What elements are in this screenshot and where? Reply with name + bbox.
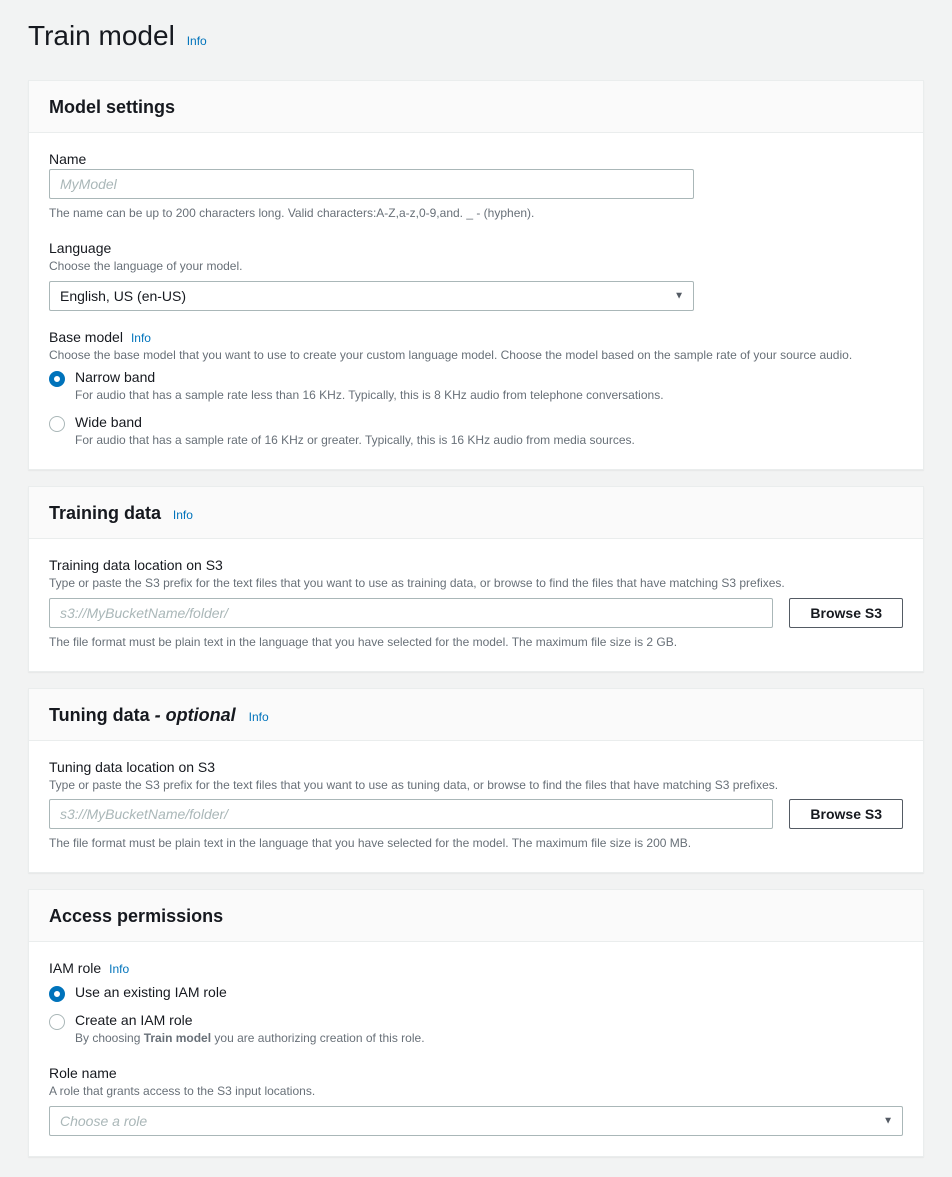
radio-content: Create an IAM role By choosing Train mod… [75, 1012, 903, 1047]
name-hint: The name can be up to 200 characters lon… [49, 205, 903, 222]
tuning-location-label: Tuning data location on S3 [49, 759, 903, 775]
iam-role-label: IAM role [49, 960, 101, 976]
iam-role-info-link[interactable]: Info [109, 962, 129, 976]
panel-body: IAM role Info Use an existing IAM role C… [29, 942, 923, 1156]
model-settings-panel: Model settings Name The name can be up t… [28, 80, 924, 470]
tuning-location-hint: The file format must be plain text in th… [49, 835, 903, 852]
tuning-input-row: Browse S3 [49, 799, 903, 829]
radio-content: Use an existing IAM role [75, 984, 903, 1000]
training-location-input[interactable] [49, 598, 773, 628]
radio-desc: For audio that has a sample rate of 16 K… [75, 432, 903, 449]
name-input[interactable] [49, 169, 694, 199]
training-location-desc: Type or paste the S3 prefix for the text… [49, 575, 903, 592]
panel-header: Model settings [29, 81, 923, 133]
page-title: Train model [28, 20, 175, 51]
base-model-info-link[interactable]: Info [131, 331, 151, 345]
radio-content: Wide band For audio that has a sample ra… [75, 414, 903, 449]
panel-header: Tuning data - optional Info [29, 689, 923, 741]
role-name-field: Role name A role that grants access to t… [49, 1065, 903, 1136]
radio-narrow-band[interactable]: Narrow band For audio that has a sample … [49, 369, 903, 404]
radio-label: Wide band [75, 414, 903, 430]
training-location-label: Training data location on S3 [49, 557, 903, 573]
panel-header: Access permissions [29, 890, 923, 942]
name-label: Name [49, 151, 903, 167]
access-permissions-panel: Access permissions IAM role Info Use an … [28, 889, 924, 1157]
language-desc: Choose the language of your model. [49, 258, 903, 275]
training-data-info-link[interactable]: Info [173, 508, 193, 522]
base-model-label-row: Base model Info [49, 329, 903, 347]
page-header: Train model Info [0, 0, 952, 64]
panel-body: Name The name can be up to 200 character… [29, 133, 923, 469]
panel-header: Training data Info [29, 487, 923, 539]
panel-body: Tuning data location on S3 Type or paste… [29, 741, 923, 873]
iam-role-radio-group: Use an existing IAM role Create an IAM r… [49, 984, 903, 1047]
tuning-data-info-link[interactable]: Info [249, 710, 269, 724]
radio-wide-band[interactable]: Wide band For audio that has a sample ra… [49, 414, 903, 449]
role-name-select-wrap: Choose a role ▼ [49, 1106, 903, 1136]
tuning-browse-button[interactable]: Browse S3 [789, 799, 903, 829]
role-name-select[interactable]: Choose a role [49, 1106, 903, 1136]
radio-button[interactable] [49, 986, 65, 1002]
radio-label: Create an IAM role [75, 1012, 903, 1028]
base-model-desc: Choose the base model that you want to u… [49, 347, 903, 364]
language-select[interactable]: English, US (en-US) [49, 281, 694, 311]
tuning-data-title: Tuning data - optional [49, 705, 241, 725]
panel-body: Training data location on S3 Type or pas… [29, 539, 923, 671]
base-model-field: Base model Info Choose the base model th… [49, 329, 903, 449]
training-input-row: Browse S3 [49, 598, 903, 628]
radio-label: Narrow band [75, 369, 903, 385]
radio-label: Use an existing IAM role [75, 984, 903, 1000]
tuning-optional: - optional [150, 705, 236, 725]
base-model-label: Base model [49, 329, 123, 345]
language-select-wrap: English, US (en-US) ▼ [49, 281, 694, 311]
training-data-title: Training data [49, 503, 161, 523]
language-field: Language Choose the language of your mod… [49, 240, 903, 311]
tuning-location-input[interactable] [49, 799, 773, 829]
iam-role-label-row: IAM role Info [49, 960, 903, 978]
radio-button[interactable] [49, 416, 65, 432]
tuning-data-title-text: Tuning data [49, 705, 150, 725]
tuning-location-field: Tuning data location on S3 Type or paste… [49, 759, 903, 853]
page: Train model Info Model settings Name The… [0, 0, 952, 1177]
radio-content: Narrow band For audio that has a sample … [75, 369, 903, 404]
radio-create-role[interactable]: Create an IAM role By choosing Train mod… [49, 1012, 903, 1047]
radio-button[interactable] [49, 1014, 65, 1030]
iam-role-field: IAM role Info Use an existing IAM role C… [49, 960, 903, 1047]
tuning-data-panel: Tuning data - optional Info Tuning data … [28, 688, 924, 874]
training-data-panel: Training data Info Training data locatio… [28, 486, 924, 672]
model-settings-title: Model settings [49, 97, 175, 117]
role-name-label: Role name [49, 1065, 903, 1081]
base-model-radio-group: Narrow band For audio that has a sample … [49, 369, 903, 449]
radio-desc: By choosing Train model you are authoriz… [75, 1030, 903, 1047]
radio-use-existing[interactable]: Use an existing IAM role [49, 984, 903, 1002]
tuning-location-desc: Type or paste the S3 prefix for the text… [49, 777, 903, 794]
training-location-hint: The file format must be plain text in th… [49, 634, 903, 651]
radio-button[interactable] [49, 371, 65, 387]
name-field: Name The name can be up to 200 character… [49, 151, 903, 222]
role-name-desc: A role that grants access to the S3 inpu… [49, 1083, 903, 1100]
page-info-link[interactable]: Info [187, 34, 207, 48]
training-location-field: Training data location on S3 Type or pas… [49, 557, 903, 651]
access-permissions-title: Access permissions [49, 906, 223, 926]
language-label: Language [49, 240, 903, 256]
radio-desc: For audio that has a sample rate less th… [75, 387, 903, 404]
training-browse-button[interactable]: Browse S3 [789, 598, 903, 628]
